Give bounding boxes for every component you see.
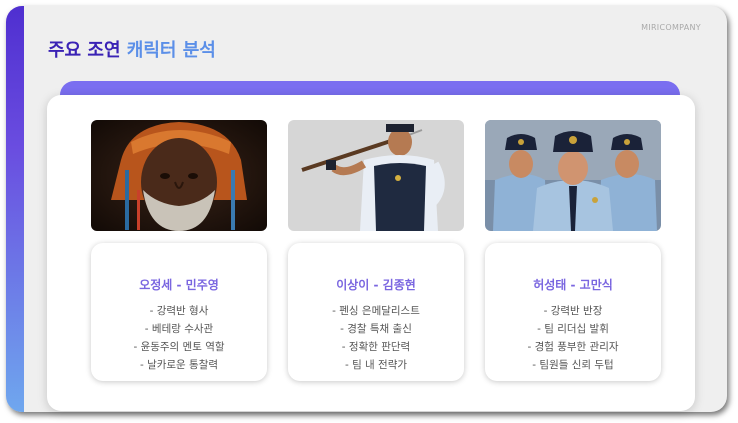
trait-item: - 펜싱 은메달리스트 <box>332 305 420 317</box>
police-officers-image <box>485 120 661 231</box>
brand-label: MIRICOMPANY <box>641 23 701 32</box>
character-name: 허성태 - 고만식 <box>533 278 613 292</box>
officer-sword-image <box>288 120 464 231</box>
page-title: 주요 조연 캐릭터 분석 <box>48 36 216 62</box>
elderly-man-image <box>91 120 267 231</box>
trait-item: - 베테랑 수사관 <box>144 323 214 335</box>
character-photo-1 <box>91 120 267 231</box>
character-card-1: 오정세 - 민주영 - 강력반 형사 - 베테랑 수사관 - 윤동주의 멘토 역… <box>91 243 267 381</box>
trait-item: - 경험 풍부한 관리자 <box>527 341 619 353</box>
trait-list: - 강력반 반장 - 팀 리더십 발휘 - 경험 풍부한 관리자 - 팀원들 신… <box>485 302 661 374</box>
character-name: 이상이 - 김종현 <box>336 278 416 292</box>
trait-item: - 팀 내 전략가 <box>344 359 408 371</box>
trait-item: - 정확한 판단력 <box>341 341 411 353</box>
trait-item: - 경찰 특채 출신 <box>340 323 412 335</box>
trait-item: - 강력반 반장 <box>543 305 603 317</box>
trait-list: - 강력반 형사 - 베테랑 수사관 - 윤동주의 멘토 역할 - 날카로운 통… <box>91 302 267 374</box>
character-card-3: 허성태 - 고만식 - 강력반 반장 - 팀 리더십 발휘 - 경험 풍부한 관… <box>485 243 661 381</box>
trait-item: - 팀원들 신뢰 두텁 <box>532 359 614 371</box>
title-part-2: 캐릭터 분석 <box>126 40 216 61</box>
trait-item: - 강력반 형사 <box>149 305 209 317</box>
trait-item: - 날카로운 통찰력 <box>139 359 219 371</box>
trait-item: - 윤동주의 멘토 역할 <box>133 341 225 353</box>
trait-item: - 팀 리더십 발휘 <box>537 323 609 335</box>
title-part-1: 주요 조연 <box>48 40 121 61</box>
character-name: 오정세 - 민주영 <box>139 278 219 292</box>
accent-bar <box>6 6 24 412</box>
character-card-2: 이상이 - 김종현 - 펜싱 은메달리스트 - 경찰 특채 출신 - 정확한 판… <box>288 243 464 381</box>
trait-list: - 펜싱 은메달리스트 - 경찰 특채 출신 - 정확한 판단력 - 팀 내 전… <box>288 302 464 374</box>
character-photo-3 <box>485 120 661 231</box>
character-photo-2 <box>288 120 464 231</box>
